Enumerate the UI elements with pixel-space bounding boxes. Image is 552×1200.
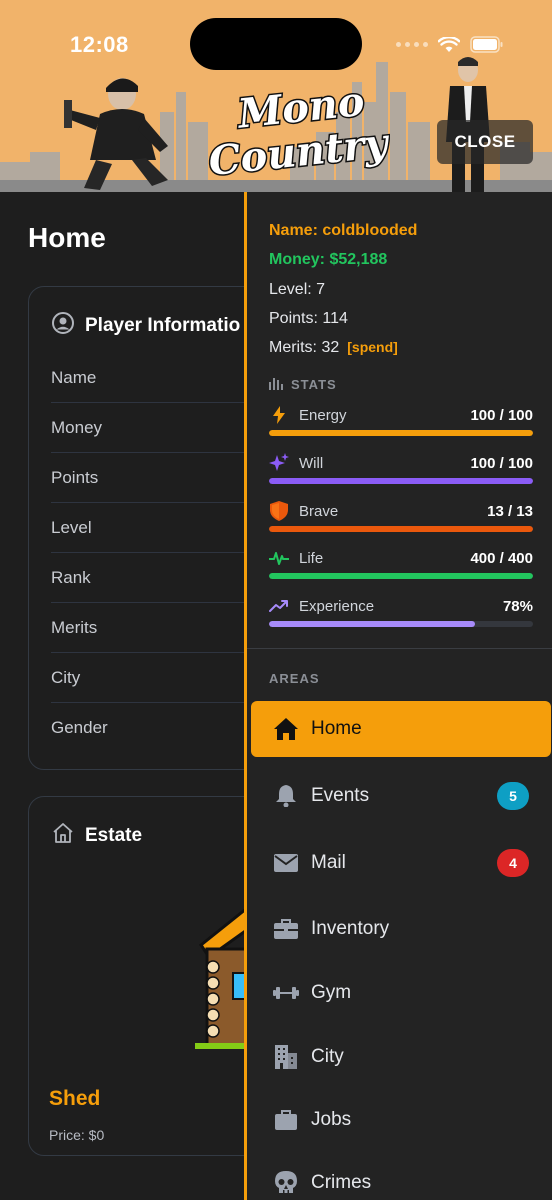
signal-icon [396, 42, 428, 47]
stat-brave: Brave 13 / 13 [269, 500, 533, 540]
stat-bar [269, 621, 533, 627]
stat-life: Life 400 / 400 [269, 547, 533, 587]
suitcase-icon [273, 1107, 299, 1133]
nav-item-events[interactable]: Events 5 [251, 768, 551, 824]
sparkles-icon [269, 453, 289, 473]
stat-bar [269, 478, 533, 484]
player-merits: Merits: 32 [269, 339, 340, 356]
nav-label: Crimes [311, 1172, 372, 1193]
mail-icon [273, 850, 299, 876]
player-money: Money: $52,188 [269, 251, 388, 268]
stat-bar [269, 573, 533, 579]
stat-value: 100 / 100 [470, 406, 533, 424]
stat-bar-fill [269, 573, 533, 579]
stat-value: 13 / 13 [487, 502, 533, 520]
shed-image [195, 905, 251, 1049]
nav-item-crimes[interactable]: Crimes [251, 1155, 551, 1200]
skull-icon [273, 1170, 299, 1196]
events-count-badge: 5 [497, 782, 529, 810]
dumbbell-icon [273, 980, 299, 1006]
stat-name: Energy [299, 406, 347, 424]
card-header: Player Informatio [51, 311, 240, 340]
mail-count-badge: 4 [497, 849, 529, 877]
player-level: Level: 7 [269, 281, 326, 298]
close-button[interactable]: CLOSE [437, 120, 533, 164]
stat-will: Will 100 / 100 [269, 452, 533, 492]
stat-bar-fill [269, 526, 533, 532]
stat-bar [269, 526, 533, 532]
estate-name: Shed [49, 1087, 101, 1110]
player-merits-line: Merits: 32 [spend] [269, 339, 398, 357]
svg-text:Country: Country [206, 119, 390, 180]
nav-item-inventory[interactable]: Inventory [251, 901, 551, 957]
stat-value: 78% [502, 597, 533, 615]
nav-item-city[interactable]: City [251, 1029, 551, 1085]
drawer-divider [247, 648, 552, 649]
mono-country-logo: Mono Country [205, 80, 390, 180]
battery-icon [470, 36, 504, 53]
nav-label: City [311, 1046, 344, 1067]
nav-label: Mail [311, 852, 346, 873]
stats-title: STATS [291, 377, 337, 392]
stat-bar-fill [269, 430, 533, 436]
nav-label: Gym [311, 982, 352, 1003]
spend-merits-link[interactable]: [spend] [347, 339, 398, 355]
status-time: 12:08 [70, 32, 129, 57]
stats-header: STATS [269, 376, 337, 393]
player-name: Name: coldblooded [269, 222, 418, 239]
lightning-icon [269, 405, 289, 425]
card-title: Estate [85, 824, 143, 846]
nav-item-home[interactable]: Home [251, 701, 551, 757]
nav-label: Events [311, 785, 370, 806]
stat-name: Experience [299, 597, 375, 615]
gangster-character-image [64, 78, 168, 190]
wifi-icon [438, 36, 460, 53]
stat-bar [269, 430, 533, 436]
user-circle-icon [51, 311, 75, 340]
status-indicators [396, 36, 504, 53]
nav-label: Jobs [311, 1109, 352, 1130]
estate-price: Price: $0 [49, 1127, 105, 1143]
side-drawer: Name: coldblooded Money: $52,188 Level: … [244, 192, 552, 1200]
stat-energy: Energy 100 / 100 [269, 404, 533, 444]
card-title: Player Informatio [85, 314, 241, 336]
card-header: Estate [51, 821, 142, 850]
dynamic-island [190, 18, 362, 70]
stat-bar-fill [269, 621, 475, 627]
stat-bar-fill [269, 478, 533, 484]
heartbeat-icon [269, 548, 289, 568]
stat-name: Brave [299, 502, 339, 520]
trend-up-icon [269, 596, 289, 616]
nav-item-gym[interactable]: Gym [251, 965, 551, 1021]
home-icon [273, 716, 299, 742]
stat-value: 400 / 400 [470, 549, 533, 567]
buildings-icon [273, 1044, 299, 1070]
shield-icon [269, 501, 289, 521]
app-header: 12:08 Mono Country CLOSE [0, 0, 552, 192]
bell-icon [273, 783, 299, 809]
areas-title: AREAS [269, 671, 320, 686]
page-title: Home [28, 222, 106, 253]
stat-name: Will [299, 454, 324, 472]
stat-name: Life [299, 549, 324, 567]
nav-item-jobs[interactable]: Jobs [251, 1092, 551, 1148]
nav-item-mail[interactable]: Mail 4 [251, 835, 551, 891]
bar-chart-icon [269, 376, 283, 393]
nav-label: Inventory [311, 918, 390, 939]
house-outline-icon [51, 821, 75, 850]
stat-value: 100 / 100 [470, 454, 533, 472]
player-points: Points: 114 [269, 310, 348, 327]
briefcase-icon [273, 916, 299, 942]
nav-label: Home [311, 718, 362, 739]
stat-experience: Experience 78% [269, 595, 533, 635]
